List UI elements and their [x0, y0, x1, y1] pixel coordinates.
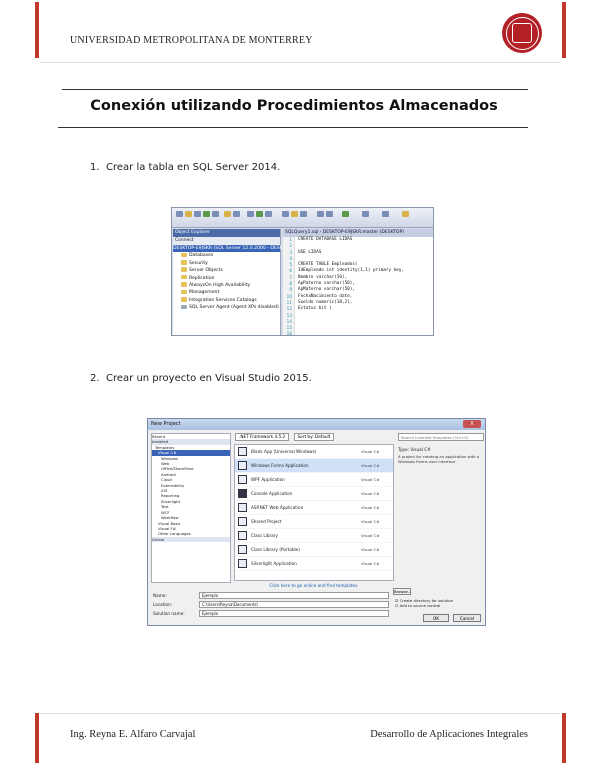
template-icon: [238, 517, 247, 526]
step-2: 2. Crear un proyecto en Visual Studio 201…: [90, 373, 312, 384]
title-rule-bottom: [58, 127, 528, 128]
step-1: 1. Crear la tabla en SQL Server 2014.: [90, 162, 280, 173]
tree-item[interactable]: AlwaysOn High Availability: [173, 282, 280, 289]
template-icon: [238, 461, 247, 470]
list-item[interactable]: Class Library Visual C#: [235, 529, 393, 543]
list-item[interactable]: Blank App (Universal Windows) Visual C#: [235, 445, 393, 459]
step-text: Crear un proyecto en Visual Studio 2015.: [106, 373, 312, 384]
header-left-accent: [35, 2, 39, 58]
template-icon: [238, 489, 247, 498]
name-field[interactable]: Ejemplo: [199, 592, 389, 599]
list-item[interactable]: Console Application Visual C#: [235, 487, 393, 501]
solution-label: Solution name:: [153, 611, 185, 616]
browse-button[interactable]: Browse...: [393, 588, 411, 595]
tree-item[interactable]: Security: [173, 260, 280, 267]
template-filter: .NET Framework 4.5.2 Sort by: Default: [235, 433, 337, 441]
list-item[interactable]: ASP.NET Web Application Visual C#: [235, 501, 393, 515]
university-seal-logo: [502, 13, 542, 53]
location-label: Location:: [153, 602, 173, 607]
template-details: Search Installed Templates (Ctrl+E) Type…: [398, 433, 484, 581]
folder-icon: [181, 297, 187, 302]
server-node[interactable]: DESKTOP-E9JSKR (SQL Server 12.0.2000 - D…: [173, 245, 293, 253]
close-button[interactable]: X: [463, 420, 481, 428]
footer-author: Ing. Reyna E. Alfaro Carvajal: [70, 729, 196, 740]
ssms-toolbar: [172, 208, 433, 228]
template-tree: Recent Installed Templates Visual C# Win…: [151, 433, 231, 583]
folder-icon: [181, 252, 187, 258]
name-label: Name:: [153, 593, 167, 598]
footer-divider: [40, 713, 560, 714]
folder-icon: [181, 282, 187, 287]
template-icon: [238, 447, 247, 456]
sort-select[interactable]: Sort by: Default: [293, 433, 335, 441]
tree-item[interactable]: Replication: [173, 274, 280, 282]
visual-studio-screenshot: New Project X Recent Installed Templates …: [147, 418, 486, 626]
folder-icon: [181, 289, 187, 295]
step-text: Crear la tabla en SQL Server 2014.: [106, 162, 281, 173]
agent-icon: [181, 304, 187, 309]
title-rule-top: [62, 89, 528, 90]
source-control-checkbox[interactable]: ☐ Add to source control: [395, 603, 485, 608]
search-input[interactable]: Search Installed Templates (Ctrl+E): [398, 433, 484, 441]
template-icon: [238, 531, 247, 540]
tree-item[interactable]: Online: [152, 536, 230, 543]
code-line: Estatus bit ): [298, 306, 332, 312]
footer-course: Desarrollo de Aplicaciones Integrales: [370, 729, 528, 740]
type-title: Type: Visual C#: [398, 447, 431, 452]
tree-item[interactable]: Integration Services Catalogs: [173, 297, 280, 304]
query-tab[interactable]: SQLQuery1.sql - DESKTOP-E9JSKR.master (D…: [283, 229, 433, 237]
step-number: 1.: [90, 162, 100, 173]
query-editor[interactable]: SQLQuery1.sql - DESKTOP-E9JSKR.master (D…: [283, 229, 433, 335]
online-templates-link[interactable]: Click here to go online and find templat…: [234, 583, 394, 588]
header-divider: [40, 62, 560, 63]
tree-item[interactable]: SQL Server Agent (Agent XPs disabled): [173, 304, 280, 311]
list-item[interactable]: Windows Forms Application Visual C#: [235, 459, 393, 473]
cancel-button[interactable]: Cancel: [453, 614, 481, 622]
footer-left-accent: [35, 713, 39, 763]
template-icon: [238, 503, 247, 512]
list-item[interactable]: Class Library (Portable) Visual C#: [235, 543, 393, 557]
step-number: 2.: [90, 373, 100, 384]
footer-right-accent: [562, 713, 566, 763]
connect-button[interactable]: Connect: [173, 237, 280, 245]
tree-item[interactable]: Management: [173, 289, 280, 296]
university-name: UNIVERSIDAD METROPOLITANA DE MONTERREY: [70, 35, 313, 46]
object-explorer-title: Object Explorer: [173, 229, 280, 237]
header-right-accent: [562, 2, 566, 58]
location-field[interactable]: C:\Users\Reyna\Documents\: [199, 601, 389, 608]
dialog-caption: New Project X: [148, 419, 485, 430]
folder-icon: [181, 267, 187, 272]
sql-server-screenshot: Object Explorer Connect DESKTOP-E9JSKR (…: [171, 207, 434, 336]
template-icon: [238, 475, 247, 484]
template-icon: [238, 559, 247, 568]
ok-button[interactable]: OK: [423, 614, 449, 622]
object-explorer: Object Explorer Connect DESKTOP-E9JSKR (…: [173, 229, 293, 335]
folder-icon: [181, 260, 187, 265]
list-item[interactable]: Shared Project Visual C#: [235, 515, 393, 529]
template-list: Blank App (Universal Windows) Visual C# W…: [234, 444, 394, 581]
list-item[interactable]: WPF Application Visual C#: [235, 473, 393, 487]
sql-code: CREATE DATABASE LIDAS USE LIDAS CREATE T…: [298, 237, 404, 313]
framework-select[interactable]: .NET Framework 4.5.2: [235, 433, 290, 441]
tree-item[interactable]: Server Objects: [173, 267, 280, 274]
code-line: IdEmpleado int identity(1,1) primary key…: [298, 268, 405, 274]
list-item[interactable]: Silverlight Application Visual C#: [235, 557, 393, 571]
line-number-gutter: 1 2 3 4 5 6 7 8 9 10 11 12 13 14 15 16: [283, 237, 295, 335]
type-description: A project for creating an application wi…: [398, 454, 480, 464]
solution-field[interactable]: Ejemplo: [199, 610, 389, 617]
folder-icon: [181, 274, 187, 280]
options-checkboxes: ☑ Create directory for solution ☐ Add to…: [395, 598, 485, 608]
tree-item[interactable]: Databases: [173, 252, 280, 259]
page-title: Conexión utilizando Procedimientos Almac…: [90, 98, 498, 114]
template-icon: [238, 545, 247, 554]
